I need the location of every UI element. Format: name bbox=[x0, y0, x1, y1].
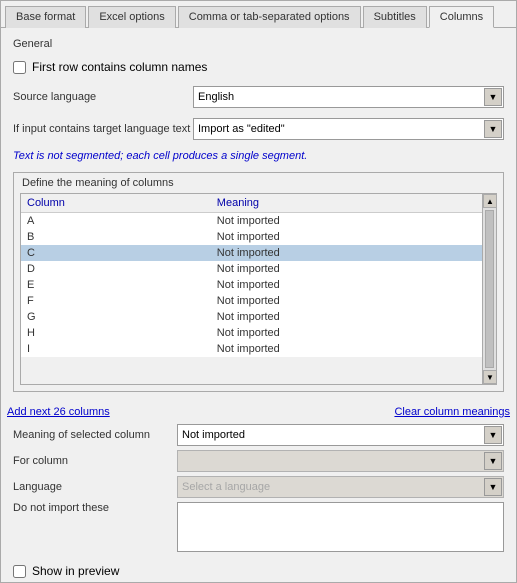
first-row-label: First row contains column names bbox=[32, 60, 207, 74]
table-row[interactable]: CNot imported bbox=[21, 245, 496, 261]
language-select[interactable]: Select a language bbox=[177, 476, 504, 498]
columns-table-wrapper: Column Meaning ANot importedBNot importe… bbox=[20, 193, 497, 385]
meaning-cell: Not imported bbox=[211, 261, 496, 277]
tab-columns[interactable]: Columns bbox=[429, 6, 494, 28]
scrollbar[interactable]: ▲ ▼ bbox=[482, 194, 496, 384]
show-preview-row: Show in preview bbox=[1, 556, 516, 582]
meaning-cell: Not imported bbox=[211, 277, 496, 293]
meaning-cell: Not imported bbox=[211, 245, 496, 261]
target-language-label: If input contains target language text bbox=[13, 123, 193, 135]
meaning-selected-row: Meaning of selected column Not imported … bbox=[13, 424, 504, 446]
bottom-section: Meaning of selected column Not imported … bbox=[1, 420, 516, 556]
tab-bar: Base format Excel options Comma or tab-s… bbox=[1, 1, 516, 28]
meaning-cell: Not imported bbox=[211, 229, 496, 245]
general-label: General bbox=[13, 38, 504, 50]
for-column-label: For column bbox=[13, 455, 173, 467]
meaning-selected-wrapper: Not imported Source Target Comment ▼ bbox=[177, 424, 504, 446]
tab-base-format[interactable]: Base format bbox=[5, 6, 86, 28]
do-not-import-textarea[interactable] bbox=[177, 502, 504, 552]
meaning-cell: Not imported bbox=[211, 213, 496, 230]
add-columns-link[interactable]: Add next 26 columns bbox=[7, 406, 110, 418]
meaning-cell: Not imported bbox=[211, 341, 496, 357]
col-cell: C bbox=[21, 245, 211, 261]
define-section-label: Define the meaning of columns bbox=[14, 173, 503, 193]
info-text: Text is not segmented; each cell produce… bbox=[13, 150, 504, 162]
first-row-row: First row contains column names bbox=[13, 60, 504, 74]
for-column-wrapper: ▼ bbox=[177, 450, 504, 472]
language-label: Language bbox=[13, 481, 173, 493]
language-wrapper: Select a language ▼ bbox=[177, 476, 504, 498]
table-row[interactable]: BNot imported bbox=[21, 229, 496, 245]
target-language-wrapper: Import as "edited" Import as "translated… bbox=[193, 118, 504, 140]
scrollbar-down-btn[interactable]: ▼ bbox=[483, 370, 496, 384]
col-cell: F bbox=[21, 293, 211, 309]
main-window: Base format Excel options Comma or tab-s… bbox=[0, 0, 517, 583]
table-row[interactable]: INot imported bbox=[21, 341, 496, 357]
table-row[interactable]: ANot imported bbox=[21, 213, 496, 230]
meaning-cell: Not imported bbox=[211, 325, 496, 341]
table-row[interactable]: HNot imported bbox=[21, 325, 496, 341]
tab-excel-options[interactable]: Excel options bbox=[88, 6, 175, 28]
do-not-import-row: Do not import these bbox=[13, 502, 504, 552]
tab-comma-tab[interactable]: Comma or tab-separated options bbox=[178, 6, 361, 28]
col-cell: I bbox=[21, 341, 211, 357]
for-column-select[interactable] bbox=[177, 450, 504, 472]
table-row[interactable]: DNot imported bbox=[21, 261, 496, 277]
col-cell: H bbox=[21, 325, 211, 341]
col-cell: A bbox=[21, 213, 211, 230]
source-language-select[interactable]: English German French bbox=[193, 86, 504, 108]
scrollbar-up-btn[interactable]: ▲ bbox=[483, 194, 496, 208]
bottom-bar: Add next 26 columns Clear column meaning… bbox=[1, 402, 516, 420]
table-row[interactable]: GNot imported bbox=[21, 309, 496, 325]
show-preview-checkbox[interactable] bbox=[13, 565, 26, 578]
for-column-row: For column ▼ bbox=[13, 450, 504, 472]
clear-columns-link[interactable]: Clear column meanings bbox=[394, 406, 510, 418]
tab-subtitles[interactable]: Subtitles bbox=[363, 6, 427, 28]
target-language-select[interactable]: Import as "edited" Import as "translated… bbox=[193, 118, 504, 140]
meaning-selected-select[interactable]: Not imported Source Target Comment bbox=[177, 424, 504, 446]
scrollbar-thumb[interactable] bbox=[485, 210, 494, 368]
meaning-cell: Not imported bbox=[211, 293, 496, 309]
show-preview-label: Show in preview bbox=[32, 564, 119, 578]
source-language-label: Source language bbox=[13, 91, 193, 103]
table-row[interactable]: ENot imported bbox=[21, 277, 496, 293]
source-language-wrapper: English German French ▼ bbox=[193, 86, 504, 108]
define-section: Define the meaning of columns Column Mea… bbox=[13, 172, 504, 392]
do-not-import-label: Do not import these bbox=[13, 502, 173, 514]
content-area: General First row contains column names … bbox=[1, 28, 516, 402]
columns-table: Column Meaning ANot importedBNot importe… bbox=[21, 194, 496, 357]
target-language-row: If input contains target language text I… bbox=[13, 118, 504, 140]
col-cell: D bbox=[21, 261, 211, 277]
col-cell: E bbox=[21, 277, 211, 293]
first-row-checkbox[interactable] bbox=[13, 61, 26, 74]
col-header-meaning: Meaning bbox=[211, 194, 496, 213]
meaning-cell: Not imported bbox=[211, 309, 496, 325]
source-language-row: Source language English German French ▼ bbox=[13, 86, 504, 108]
meaning-selected-label: Meaning of selected column bbox=[13, 429, 173, 441]
col-header-column: Column bbox=[21, 194, 211, 213]
language-row: Language Select a language ▼ bbox=[13, 476, 504, 498]
col-cell: B bbox=[21, 229, 211, 245]
columns-header-row: Column Meaning bbox=[21, 194, 496, 213]
table-row[interactable]: FNot imported bbox=[21, 293, 496, 309]
col-cell: G bbox=[21, 309, 211, 325]
